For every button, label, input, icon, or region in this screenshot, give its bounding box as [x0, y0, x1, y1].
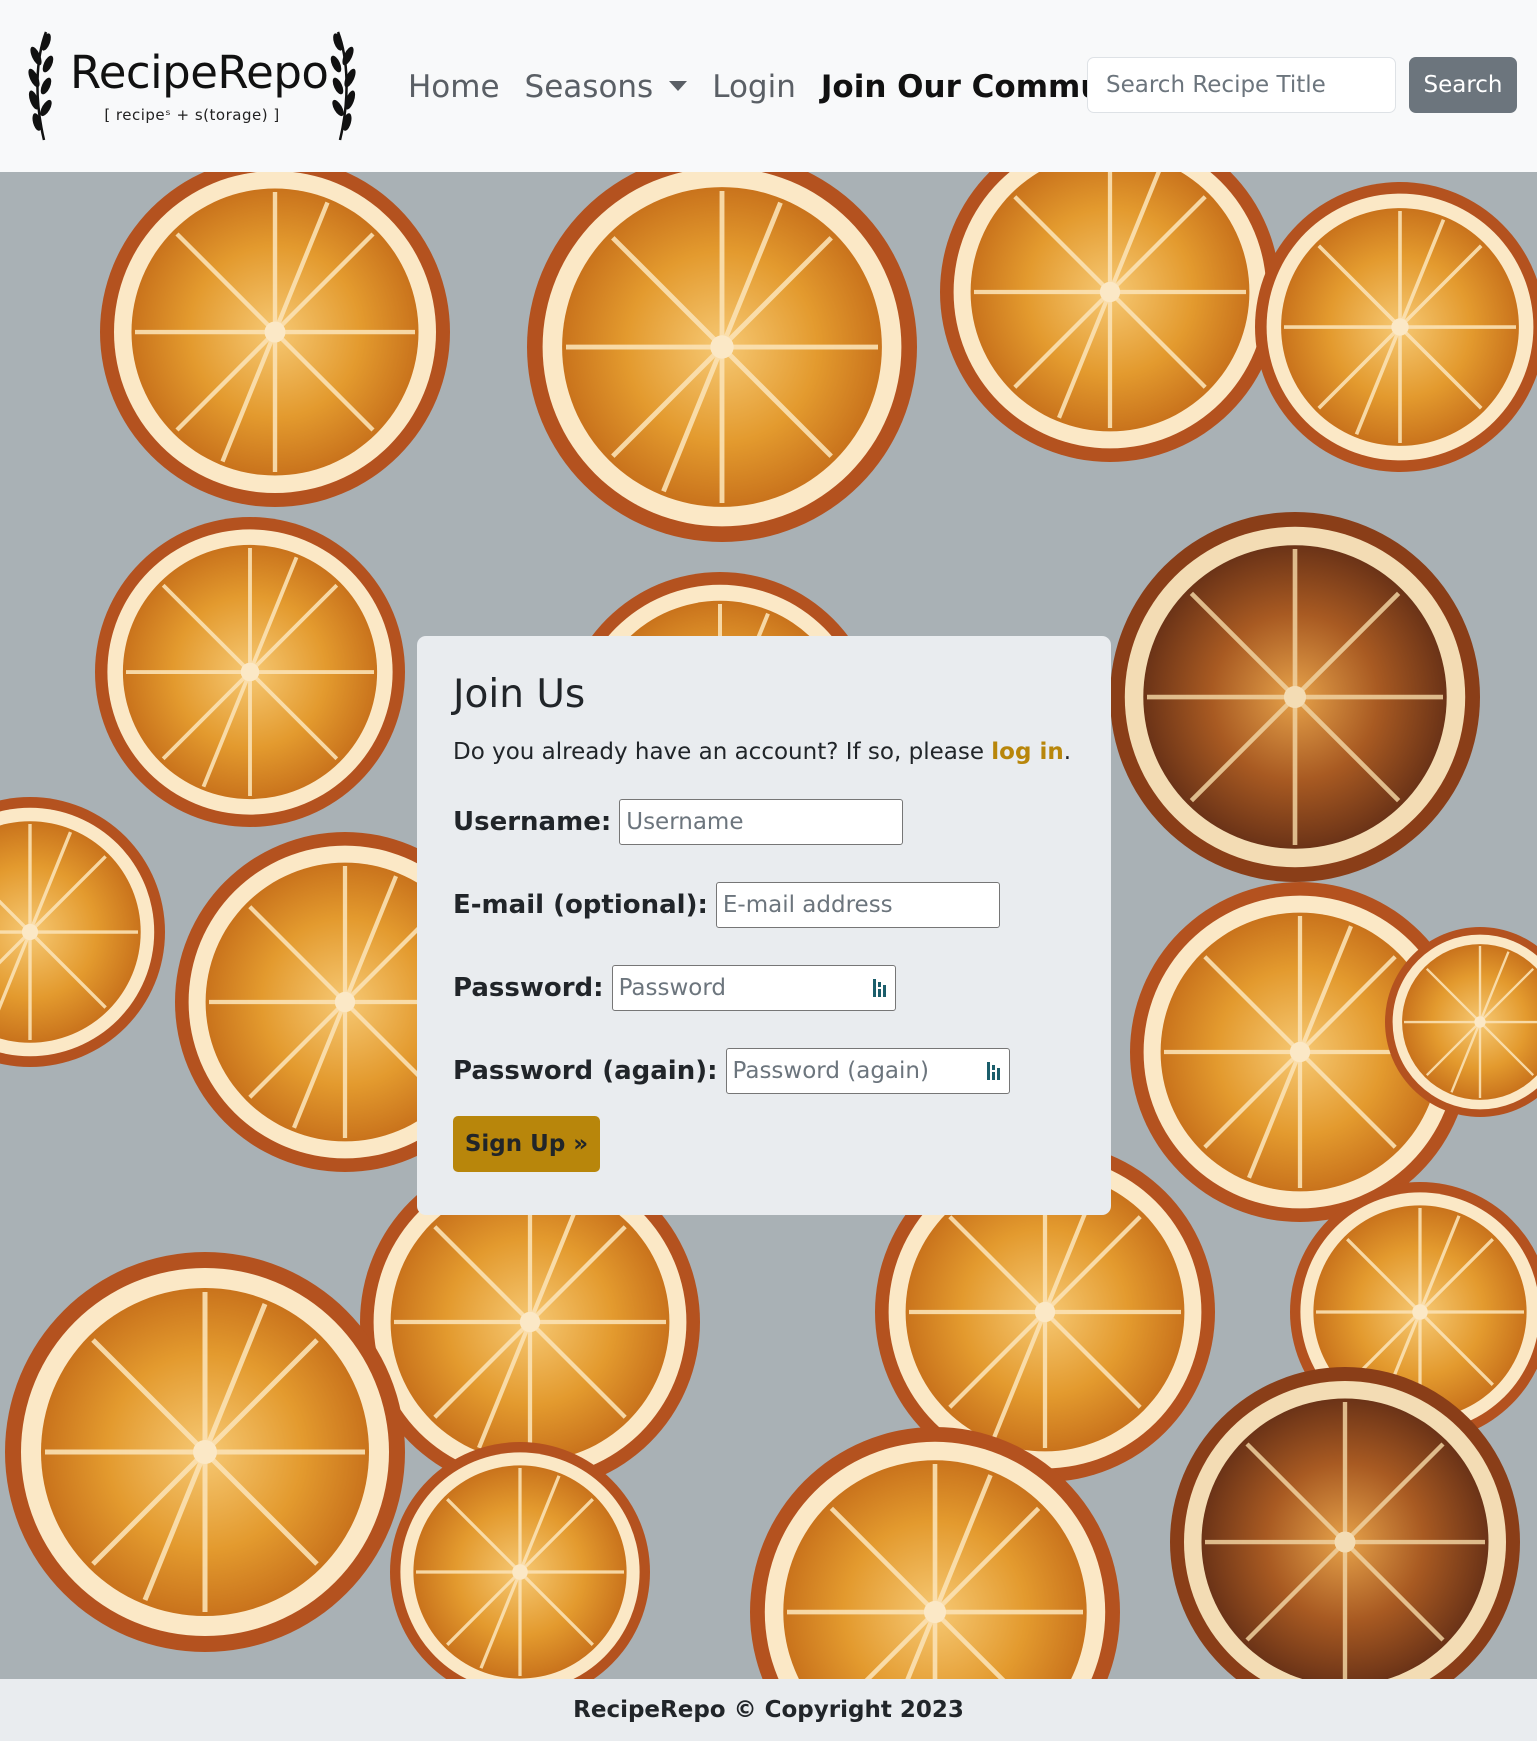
- search-button[interactable]: Search: [1409, 57, 1517, 113]
- password-again-input[interactable]: [725, 1047, 1010, 1094]
- footer: RecipeRepo © Copyright 2023: [0, 1679, 1537, 1741]
- password-field-wrap: [611, 964, 896, 1011]
- email-input[interactable]: [715, 881, 1000, 928]
- nav-login[interactable]: Login: [712, 69, 796, 105]
- email-field-wrap: [715, 881, 1000, 928]
- intro-period: .: [1063, 738, 1072, 765]
- signup-intro: Do you already have an account? If so, p…: [453, 739, 1075, 765]
- email-label: E-mail (optional):: [453, 889, 708, 920]
- password-manager-icon[interactable]: [872, 977, 888, 999]
- email-row: E-mail (optional):: [453, 881, 1075, 928]
- password-row: Password:: [453, 964, 1075, 1011]
- search-input[interactable]: [1087, 57, 1396, 113]
- username-field-wrap: [619, 798, 904, 845]
- password-manager-icon[interactable]: [986, 1060, 1002, 1082]
- password-again-row: Password (again):: [453, 1047, 1075, 1094]
- password-input[interactable]: [611, 964, 896, 1011]
- chevron-down-icon: [669, 80, 688, 91]
- signup-card: Join Us Do you already have an account? …: [417, 636, 1111, 1215]
- brand-title: RecipeRepo: [70, 46, 329, 99]
- brand-tagline: [ recipeˢ + s(torage) ]: [104, 106, 280, 124]
- username-label: Username:: [453, 806, 612, 837]
- username-input[interactable]: [619, 798, 904, 845]
- nav-home[interactable]: Home: [408, 69, 500, 105]
- main-nav: Home Seasons Login Join Our Community: [408, 64, 1170, 110]
- password-again-field-wrap: [725, 1047, 1010, 1094]
- laurel-right-icon: [330, 31, 356, 141]
- nav-seasons-label: Seasons: [524, 69, 654, 105]
- username-row: Username:: [453, 798, 1075, 845]
- brand-logo[interactable]: RecipeRepo [ recipeˢ + s(torage) ]: [28, 28, 356, 144]
- navbar: RecipeRepo [ recipeˢ + s(torage) ] Home …: [0, 0, 1537, 172]
- signup-title: Join Us: [453, 672, 586, 717]
- password-label: Password:: [453, 972, 604, 1003]
- intro-text: Do you already have an account? If so, p…: [453, 738, 992, 765]
- signup-button[interactable]: Sign Up »: [453, 1115, 600, 1172]
- password-again-label: Password (again):: [453, 1055, 718, 1086]
- nav-seasons-dropdown[interactable]: Seasons: [525, 69, 688, 105]
- footer-copyright: RecipeRepo © Copyright 2023: [573, 1697, 964, 1723]
- laurel-left-icon: [28, 31, 54, 141]
- login-link[interactable]: log in: [991, 739, 1063, 765]
